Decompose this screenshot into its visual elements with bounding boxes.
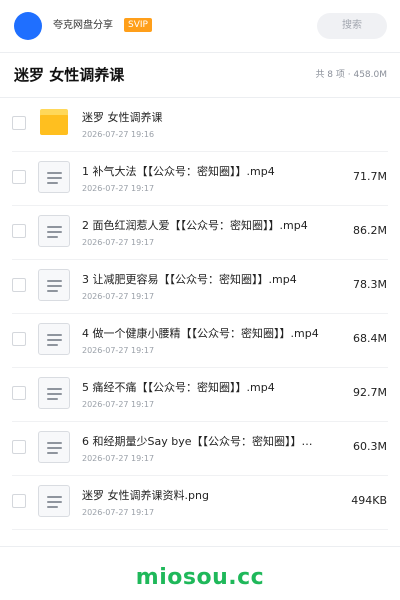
list-item[interactable]: 3 让减肥更容易【【公众号：密知圈】】.mp4 2026-07-27 19:17… [0, 260, 400, 314]
item-date: 2026-07-27 19:17 [82, 292, 155, 301]
list-item[interactable]: 2 面色红润惹人爱【【公众号：密知圈】】.mp4 2026-07-27 19:1… [0, 206, 400, 260]
item-date: 2026-07-27 19:17 [82, 346, 155, 355]
checkbox[interactable] [12, 278, 26, 292]
search-input[interactable]: 搜索 [317, 13, 387, 39]
item-size: 78.3M [353, 278, 387, 291]
checkbox[interactable] [12, 440, 26, 454]
title-bar: 迷罗 女性调养课 共 8 项 · 458.0M [0, 53, 400, 97]
item-date: 2026-07-27 19:17 [82, 508, 155, 517]
item-name[interactable]: 6 和经期量少Say bye【【公众号：密知圈】】… [82, 434, 332, 449]
checkbox[interactable] [12, 332, 26, 346]
checkbox[interactable] [12, 386, 26, 400]
item-date: 2026-07-27 19:17 [82, 454, 155, 463]
item-name[interactable]: 迷罗 女性调养课 [82, 110, 332, 125]
list-item[interactable]: 6 和经期量少Say bye【【公众号：密知圈】】… 2026-07-27 19… [0, 422, 400, 476]
file-icon [38, 269, 70, 301]
file-icon [38, 215, 70, 247]
checkbox[interactable] [12, 224, 26, 238]
checkbox[interactable] [12, 170, 26, 184]
svip-badge: SVIP [124, 18, 152, 32]
item-name[interactable]: 2 面色红润惹人爱【【公众号：密知圈】】.mp4 [82, 218, 332, 233]
item-size: 92.7M [353, 386, 387, 399]
item-size: 494KB [351, 494, 387, 507]
list-item[interactable]: 迷罗 女性调养课资料.png 2026-07-27 19:17 494KB [0, 476, 400, 530]
item-date: 2026-07-27 19:16 [82, 130, 155, 139]
header: 夸克网盘分享 SVIP 搜索 [0, 0, 400, 52]
item-date: 2026-07-27 19:17 [82, 400, 155, 409]
watermark-text: miosou.cc [135, 565, 265, 590]
item-name[interactable]: 1 补气大法【【公众号：密知圈】】.mp4 [82, 164, 332, 179]
list-item[interactable]: 迷罗 女性调养课 2026-07-27 19:16 [0, 98, 400, 152]
file-list: 迷罗 女性调养课 2026-07-27 19:16 1 补气大法【【公众号：密知… [0, 98, 400, 530]
item-name[interactable]: 迷罗 女性调养课资料.png [82, 488, 332, 503]
item-name[interactable]: 4 做一个健康小腰精【【公众号：密知圈】】.mp4 [82, 326, 332, 341]
avatar[interactable] [14, 12, 42, 40]
item-size: 86.2M [353, 224, 387, 237]
item-size: 71.7M [353, 170, 387, 183]
file-icon [38, 323, 70, 355]
page-title: 迷罗 女性调养课 [14, 66, 125, 84]
file-icon [38, 161, 70, 193]
list-item[interactable]: 4 做一个健康小腰精【【公众号：密知圈】】.mp4 2026-07-27 19:… [0, 314, 400, 368]
file-icon [38, 377, 70, 409]
file-icon [38, 485, 70, 517]
item-summary: 共 8 项 · 458.0M [315, 70, 387, 80]
folder-icon [40, 109, 68, 135]
item-date: 2026-07-27 19:17 [82, 184, 155, 193]
item-name[interactable]: 3 让减肥更容易【【公众号：密知圈】】.mp4 [82, 272, 332, 287]
item-size: 68.4M [353, 332, 387, 345]
item-size: 60.3M [353, 440, 387, 453]
footer-divider [0, 546, 400, 547]
checkbox[interactable] [12, 494, 26, 508]
list-item[interactable]: 1 补气大法【【公众号：密知圈】】.mp4 2026-07-27 19:17 7… [0, 152, 400, 206]
list-item[interactable]: 5 痛经不痛【【公众号：密知圈】】.mp4 2026-07-27 19:17 9… [0, 368, 400, 422]
item-date: 2026-07-27 19:17 [82, 238, 155, 247]
share-owner-name: 夸克网盘分享 [53, 20, 113, 31]
file-icon [38, 431, 70, 463]
checkbox[interactable] [12, 116, 26, 130]
item-name[interactable]: 5 痛经不痛【【公众号：密知圈】】.mp4 [82, 380, 332, 395]
